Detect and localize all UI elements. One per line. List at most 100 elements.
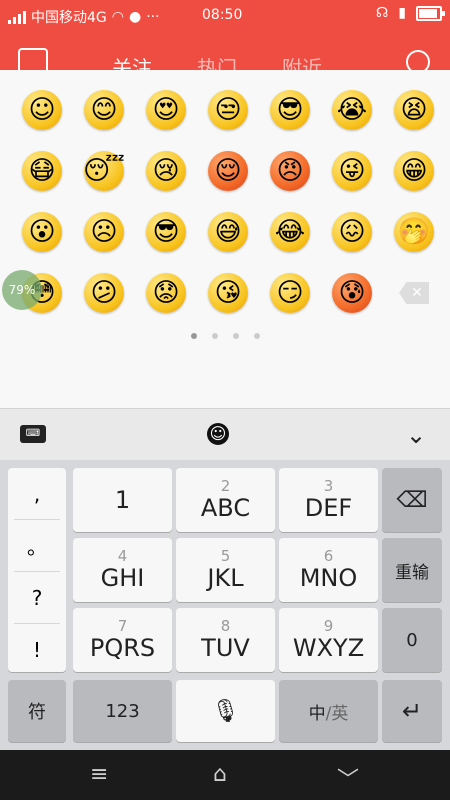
emoji-sweat-smile-icon[interactable]: 😅 [208,212,248,252]
emoji-sleepy-zzz-icon[interactable]: 😴 [83,151,125,191]
page-dot [191,333,197,339]
emoji-icon[interactable]: ☺ [207,423,229,445]
keyboard-toolbar: ⌨ ☺ ⌄ [0,408,450,461]
key-5[interactable]: 5 JKL [176,538,275,602]
emoji-shocked-icon[interactable]: 😮 [22,212,62,252]
key-7-num: 7 [117,617,128,635]
key-6[interactable]: 6 MNO [279,538,378,602]
wechat-icon: ● [128,9,142,25]
emoji-angry-glance-icon[interactable]: 😒 [208,90,248,130]
compose-icon[interactable] [18,48,48,70]
punct-question[interactable]: ? [14,572,60,624]
emoji-grid: ☺ 😊 😍 😒 😎 😭 😫 😷 😴 😢 😌 😠 😜 😁 😮 ☹ 😎 😅 😂 😖 🤭 😳 😕 😟 😘 😏 😰 ✕ [22,90,442,334]
key-1-label: 1 [114,486,131,514]
more-indicator: ··· [146,9,160,25]
key-6-label: MNO [299,564,358,592]
emoji-delete-button[interactable]: ✕ [394,273,434,313]
emoji-nervous-shake-icon[interactable]: 😖 [332,212,372,252]
home-icon[interactable]: ⌂ [213,762,227,787]
key-6-num: 6 [323,547,334,565]
key-7-label: PQRS [89,634,156,662]
emoji-sunglasses-frown-icon[interactable]: 😎 [146,212,186,252]
language-toggle-label: 中/英 [309,699,349,724]
emoji-smug-icon[interactable]: 😏 [270,273,310,313]
voice-input-button[interactable]: 🎙 [176,680,275,742]
emoji-pout-icon[interactable]: 😕 [84,273,124,313]
page-dot [212,333,218,339]
emoji-smile-icon[interactable]: ☺ [22,90,62,130]
symbols-label: 符 [28,702,46,723]
microphone-icon: 🎙 [211,698,240,724]
emoji-mouth-taped-icon[interactable]: 😷 [22,151,62,191]
language-toggle-button[interactable]: 中/英 [279,680,378,742]
enter-icon: ↵ [401,697,423,725]
key-3-label: DEF [304,494,353,522]
tab-nearby[interactable]: 附近 [282,52,322,70]
reinput-label: 重输 [395,562,429,583]
tab-following[interactable]: 关注 [112,52,152,70]
punctuation-column[interactable]: , 。 ? ! [8,468,66,672]
page-indicator [191,333,260,339]
key-4-num: 4 [117,547,128,565]
key-8[interactable]: 8 TUV [176,608,275,672]
navigation-bar: ≡ ⌂ ﹀ [0,750,450,800]
page-dot [233,333,239,339]
backspace-button[interactable]: ⌫ [382,468,442,532]
punct-period[interactable]: 。 [14,520,60,572]
emoji-kiss-icon[interactable]: 😘 [208,273,248,313]
emoji-bashful-icon[interactable]: 😊 [84,90,124,130]
menu-icon[interactable]: ≡ [90,762,108,787]
headphones-icon: ☊ [375,5,389,21]
search-icon[interactable] [406,50,430,70]
emoji-heart-eyes-icon[interactable]: 😍 [146,90,186,130]
zero-key[interactable]: 0 [382,608,442,672]
emoji-red-scared-sweat-icon[interactable]: 😰 [332,273,372,313]
numbers-button[interactable]: 123 [73,680,172,742]
keyboard-icon[interactable]: ⌨ [20,425,46,443]
key-4[interactable]: 4 GHI [73,538,172,602]
key-9-label: WXYZ [292,634,365,662]
key-5-label: JKL [207,564,244,592]
numbers-label: 123 [105,700,140,722]
clock: 08:50 [202,7,243,23]
enter-button[interactable]: ↵ [382,680,442,742]
punct-exclaim[interactable]: ! [14,624,60,675]
key-9[interactable]: 9 WXYZ [279,608,378,672]
emoji-shush-hand-icon[interactable]: 🤭 [394,212,434,252]
app-header: 关注 热门 附近 [0,32,450,70]
symbols-button[interactable]: 符 [8,680,66,742]
key-4-label: GHI [100,564,145,592]
emoji-tongue-wink-icon[interactable]: 😜 [332,151,372,191]
key-8-num: 8 [220,617,231,635]
emoji-cool-sunglasses-icon[interactable]: 😎 [270,90,310,130]
key-3[interactable]: 3 DEF [279,468,378,532]
emoji-crying-waterfall-icon[interactable]: 😭 [332,90,372,130]
zero-label: 0 [406,629,418,651]
emoji-tired-x-eyes-icon[interactable]: 😫 [394,90,434,130]
emoji-panel: ☺ 😊 😍 😒 😎 😭 😫 😷 😴 😢 😌 😠 😜 😁 😮 ☹ 😎 😅 😂 😖 🤭 😳 😕 😟 😘 😏 😰 ✕ 79% [0,70,450,408]
back-icon[interactable]: ﹀ [337,762,359,794]
punct-comma[interactable]: , [14,468,60,520]
floating-progress-badge[interactable]: 79% [2,270,42,310]
emoji-sad-icon[interactable]: ☹ [84,212,124,252]
emoji-red-angry-icon[interactable]: 😠 [270,151,310,191]
key-8-label: TUV [201,634,250,662]
key-7[interactable]: 7 PQRS [73,608,172,672]
emoji-sob-icon[interactable]: 😢 [146,151,186,191]
lang-en: 英 [331,703,349,724]
emoji-puzzled-icon[interactable]: 😟 [146,273,186,313]
battery-icon [416,5,445,21]
key-1[interactable]: 1 [73,468,172,532]
emoji-laugh-tears-icon[interactable]: 😂 [270,212,310,252]
emoji-big-grin-icon[interactable]: 😁 [394,151,434,191]
key-5-num: 5 [220,547,231,565]
key-3-num: 3 [323,477,334,495]
backspace-icon: ⌫ [396,487,428,513]
carrier-text: 中国移动4G [31,10,107,26]
tab-popular[interactable]: 热门 [197,52,237,70]
status-bar: 中国移动4G ◠ ● ··· 08:50 ☊ ▮ [0,0,450,32]
chevron-down-icon[interactable]: ⌄ [406,421,426,449]
key-2[interactable]: 2 ABC [176,468,275,532]
emoji-red-sleeping-icon[interactable]: 😌 [208,151,248,191]
reinput-button[interactable]: 重输 [382,538,442,602]
